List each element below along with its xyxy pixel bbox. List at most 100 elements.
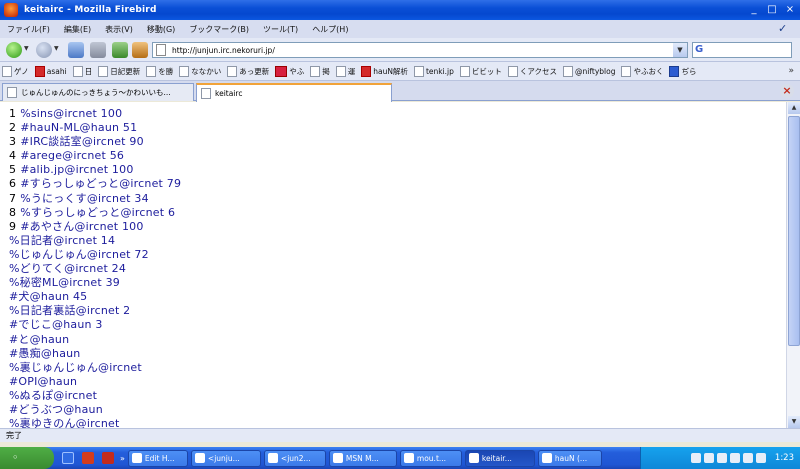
taskbar-button[interactable]: mou.t... xyxy=(399,449,462,467)
channel-name[interactable]: %sins@ircnet 100 xyxy=(20,107,122,120)
channel-name[interactable]: %うにっくす@ircnet 34 xyxy=(20,192,149,205)
channel-link[interactable]: 6 #すらっしゅどっと@ircnet 79 xyxy=(9,177,786,191)
channel-link[interactable]: %どりてく@ircnet 24 xyxy=(9,262,786,276)
channel-name[interactable]: #どうぶつ@haun xyxy=(9,403,103,416)
tray-icon[interactable] xyxy=(703,453,714,463)
channel-link[interactable]: %裏じゅんじゅん@ircnet xyxy=(9,361,786,375)
channel-name[interactable]: %どりてく@ircnet 24 xyxy=(9,262,126,275)
menu-bookmarks[interactable]: ブックマーク(B) xyxy=(182,24,256,35)
channel-name[interactable]: #hauN-ML@haun 51 xyxy=(20,121,137,134)
channel-name[interactable]: #OPI@haun xyxy=(9,375,77,388)
network-icon[interactable] xyxy=(132,42,148,58)
channel-name[interactable]: %日記者裏話@ircnet 2 xyxy=(9,304,130,317)
channel-link[interactable]: %日記者裏話@ircnet 2 xyxy=(9,304,786,318)
channel-link[interactable]: 1 %sins@ircnet 100 xyxy=(9,107,786,121)
channel-link[interactable]: #と@haun xyxy=(9,333,786,347)
channel-link[interactable]: %秘密ML@ircnet 39 xyxy=(9,276,786,290)
forward-icon[interactable] xyxy=(36,42,52,58)
bookmark-item[interactable]: あっ更新 xyxy=(227,65,269,77)
bookmark-item[interactable]: 日記更新 xyxy=(98,65,140,77)
channel-name[interactable]: #愚痴@haun xyxy=(9,347,80,360)
channel-link[interactable]: %裏ゆきのん@ircnet xyxy=(9,417,786,428)
channel-name[interactable]: #alib.jp@ircnet 100 xyxy=(20,163,133,176)
channel-name[interactable]: #arege@ircnet 56 xyxy=(20,149,124,162)
minimize-button[interactable]: _ xyxy=(746,2,762,17)
bookmark-item[interactable]: tenki.jp xyxy=(413,65,454,77)
menu-file[interactable]: ファイル(F) xyxy=(0,24,57,35)
channel-name[interactable]: %裏ゆきのん@ircnet xyxy=(9,417,120,428)
channel-link[interactable]: 2 #hauN-ML@haun 51 xyxy=(9,121,786,135)
bookmark-item[interactable]: 日 xyxy=(72,65,92,77)
tray-icon[interactable] xyxy=(755,453,766,463)
quicklaunch-icon[interactable] xyxy=(102,452,114,464)
channel-link[interactable]: 5 #alib.jp@ircnet 100 xyxy=(9,163,786,177)
channel-link[interactable]: 8 %すらっしゅどっと@ircnet 6 xyxy=(9,206,786,220)
chevron-more-icon[interactable]: » xyxy=(788,66,794,76)
taskbar-button[interactable]: MSN M... xyxy=(328,449,397,467)
maximize-button[interactable]: □ xyxy=(764,2,780,17)
stop-icon[interactable] xyxy=(90,42,106,58)
channel-name[interactable]: %日記者@ircnet 14 xyxy=(9,234,115,247)
channel-name[interactable]: #あやさん@ircnet 100 xyxy=(20,220,143,233)
channel-link[interactable]: 4 #arege@ircnet 56 xyxy=(9,149,786,163)
bookmark-item[interactable]: やふ xyxy=(275,65,304,77)
reload-icon[interactable] xyxy=(68,42,84,58)
vertical-scrollbar[interactable]: ▲ ▼ xyxy=(786,102,800,428)
channel-name[interactable]: %じゅんじゅん@ircnet 72 xyxy=(9,248,149,261)
start-button[interactable]: ◦ xyxy=(0,447,54,469)
channel-name[interactable]: %裏じゅんじゅん@ircnet xyxy=(9,361,142,374)
taskbar-button[interactable]: Edit H... xyxy=(127,449,188,467)
bookmark-item[interactable]: を勝 xyxy=(146,65,173,77)
channel-link[interactable]: 9 #あやさん@ircnet 100 xyxy=(9,220,786,234)
taskbar-button[interactable]: keitair... xyxy=(464,449,535,467)
channel-name[interactable]: #と@haun xyxy=(9,333,69,346)
channel-name[interactable]: %すらっしゅどっと@ircnet 6 xyxy=(20,206,175,219)
bookmark-item[interactable]: ビビット xyxy=(459,65,502,77)
taskbar-button[interactable]: <jun2... xyxy=(263,449,326,467)
bookmark-item[interactable]: @niftyblog xyxy=(563,65,615,77)
channel-link[interactable]: #愚痴@haun xyxy=(9,347,786,361)
tab-keitairc[interactable]: keitairc xyxy=(196,83,392,102)
scroll-up-icon[interactable]: ▲ xyxy=(788,102,800,114)
taskbar-button[interactable]: hauN (... xyxy=(537,449,602,467)
menu-tools[interactable]: ツール(T) xyxy=(256,24,305,35)
ie-icon[interactable] xyxy=(62,452,74,464)
menu-edit[interactable]: 編集(E) xyxy=(57,24,98,35)
channel-name[interactable]: #IRC談話室@ircnet 90 xyxy=(20,135,144,148)
bookmark-item[interactable]: ゲノ xyxy=(2,65,29,77)
close-button[interactable]: × xyxy=(782,2,798,17)
back-dropdown-icon[interactable]: ▼ xyxy=(24,45,32,55)
firebird-quicklaunch-icon[interactable] xyxy=(82,452,94,464)
channel-link[interactable]: 7 %うにっくす@ircnet 34 xyxy=(9,192,786,206)
tray-icon[interactable] xyxy=(690,453,701,463)
bookmark-item[interactable]: asahi xyxy=(34,65,67,77)
forward-dropdown-icon[interactable]: ▼ xyxy=(54,45,62,55)
home-icon[interactable] xyxy=(112,42,128,58)
tray-icon[interactable] xyxy=(716,453,727,463)
tab-junjun[interactable]: じゅんじゅんのにっきちょう〜かわいいも... xyxy=(2,83,194,101)
channel-name[interactable]: %ぬるぽ@ircnet xyxy=(9,389,97,402)
tray-icon[interactable] xyxy=(729,453,740,463)
menu-go[interactable]: 移動(G) xyxy=(140,24,182,35)
channel-link[interactable]: #どうぶつ@haun xyxy=(9,403,786,417)
scroll-down-icon[interactable]: ▼ xyxy=(788,416,800,428)
address-bar[interactable]: http://junjun.irc.nekoruri.jp/ ▼ xyxy=(152,42,688,58)
channel-link[interactable]: %日記者@ircnet 14 xyxy=(9,234,786,248)
scroll-thumb[interactable] xyxy=(788,116,800,346)
bookmark-item[interactable]: 掲 xyxy=(310,65,330,77)
channel-link[interactable]: %じゅんじゅん@ircnet 72 xyxy=(9,248,786,262)
channel-link[interactable]: #犬@haun 45 xyxy=(9,290,786,304)
channel-name[interactable]: #犬@haun 45 xyxy=(9,290,87,303)
channel-link[interactable]: #OPI@haun xyxy=(9,375,786,389)
search-input[interactable]: G xyxy=(692,42,792,58)
url-dropdown-icon[interactable]: ▼ xyxy=(673,43,687,57)
bookmark-item[interactable]: hauN解析 xyxy=(361,65,408,77)
bookmark-item[interactable]: 運 xyxy=(335,65,355,77)
back-icon[interactable] xyxy=(6,42,22,58)
taskbar-button[interactable]: <junju... xyxy=(190,449,261,467)
channel-link[interactable]: #でじこ@haun 3 xyxy=(9,318,786,332)
channel-name[interactable]: #すらっしゅどっと@ircnet 79 xyxy=(20,177,181,190)
bookmark-item[interactable]: ななかい xyxy=(179,65,221,77)
channel-name[interactable]: #でじこ@haun 3 xyxy=(9,318,103,331)
channel-link[interactable]: %ぬるぽ@ircnet xyxy=(9,389,786,403)
